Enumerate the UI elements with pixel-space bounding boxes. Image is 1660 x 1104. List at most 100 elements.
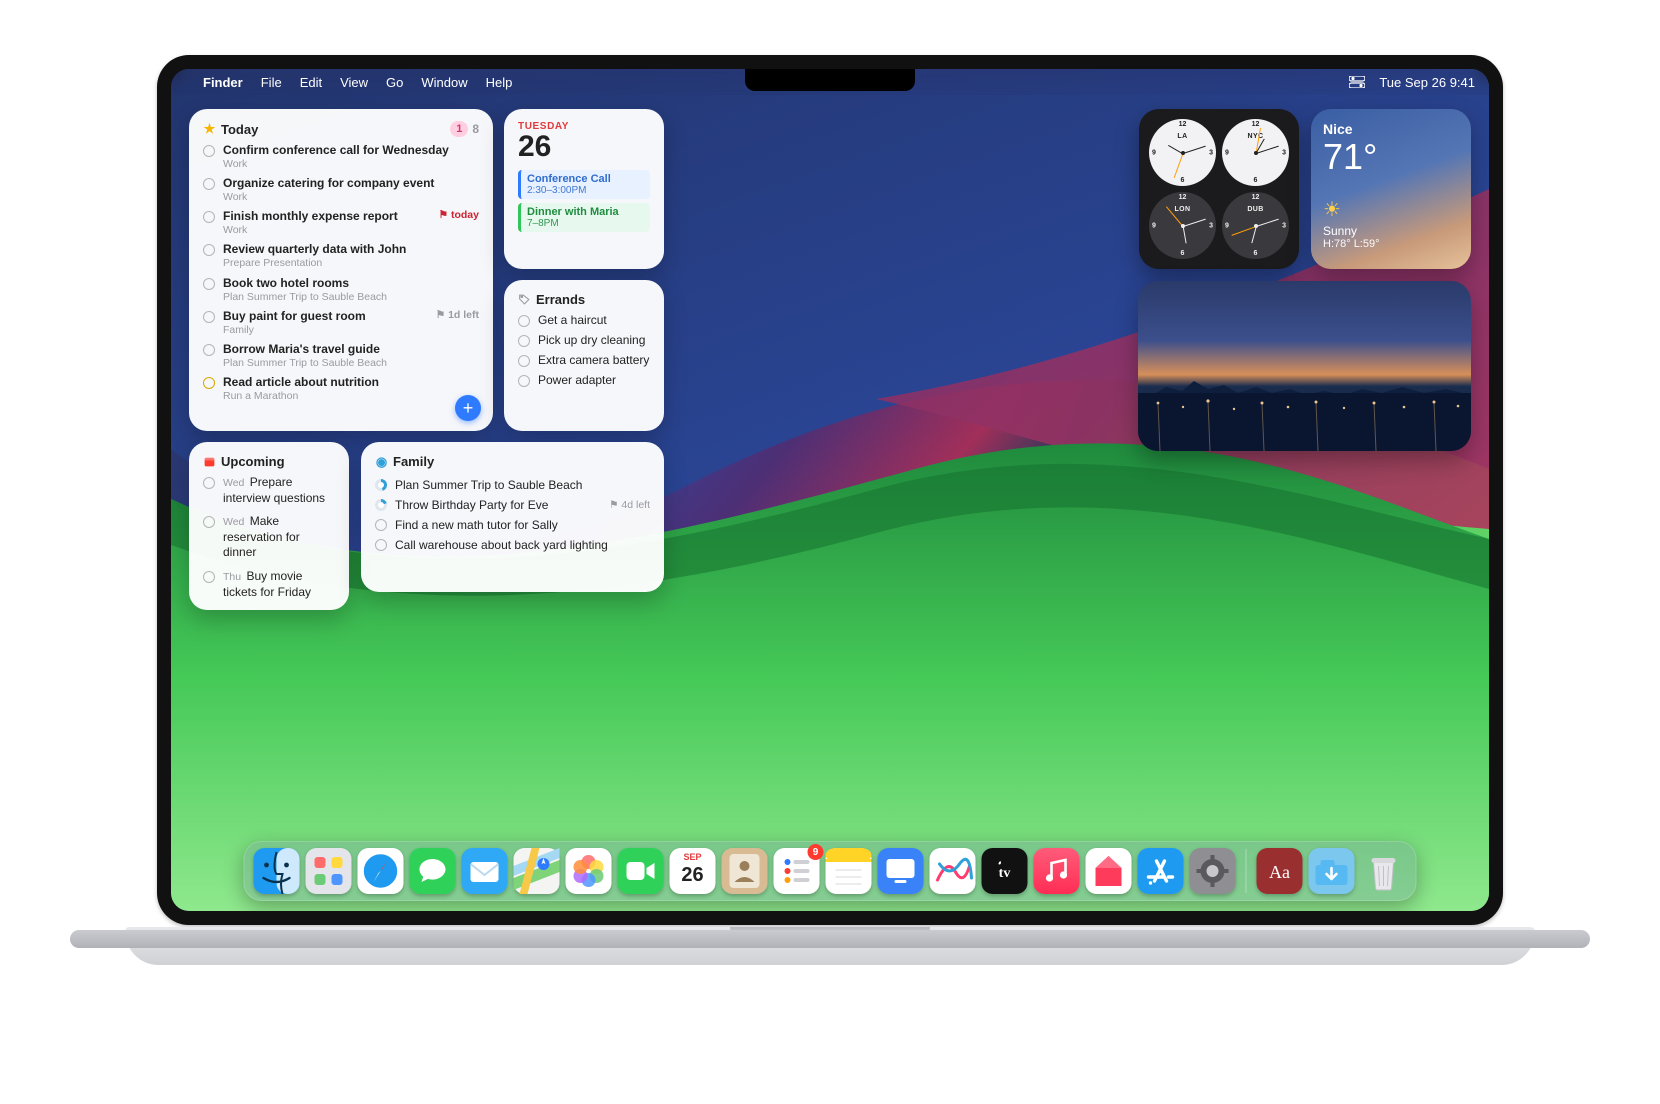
errands-item[interactable]: Power adapter	[518, 373, 650, 388]
errands-item[interactable]: Pick up dry cleaning	[518, 333, 650, 348]
photos-widget[interactable]	[1138, 281, 1471, 451]
today-item[interactable]: Finish monthly expense reportWork ⚑ toda…	[203, 209, 479, 237]
family-item[interactable]: Call warehouse about back yard lighting	[375, 535, 650, 555]
checkbox-icon[interactable]	[518, 375, 530, 387]
dock-notes[interactable]	[826, 848, 872, 894]
dock-badge: 9	[808, 844, 824, 860]
menu-view[interactable]: View	[340, 75, 368, 90]
dock-mail[interactable]	[462, 848, 508, 894]
dock-messages[interactable]	[410, 848, 456, 894]
checkbox-icon[interactable]	[203, 178, 215, 190]
desktop-screen[interactable]: Finder File Edit View Go Window Help Tue…	[171, 69, 1489, 911]
upcoming-item[interactable]: Thu Buy movie tickets for Friday	[203, 569, 335, 600]
progress-icon[interactable]	[375, 499, 387, 511]
menu-go[interactable]: Go	[386, 75, 403, 90]
dock-calendar-day: 26	[681, 864, 703, 887]
family-list-icon: ◉	[375, 455, 388, 468]
dock-trash[interactable]	[1361, 848, 1407, 894]
checkbox-icon[interactable]	[375, 539, 387, 551]
checkbox-icon[interactable]	[203, 477, 215, 489]
today-item-sub: Plan Summer Trip to Sauble Beach	[223, 357, 479, 370]
checkbox-icon[interactable]	[203, 516, 215, 528]
svg-text:tv: tv	[999, 866, 1011, 881]
today-item-title: Confirm conference call for Wednesday	[223, 143, 479, 158]
upcoming-widget[interactable]: Upcoming Wed Prepare interview questions…	[189, 442, 349, 610]
dock-reminders[interactable]: 9	[774, 848, 820, 894]
dock-dictionary[interactable]: Aa	[1257, 848, 1303, 894]
dock-contacts[interactable]	[722, 848, 768, 894]
dock-tv[interactable]	[878, 848, 924, 894]
checkbox-icon[interactable]	[203, 344, 215, 356]
today-item[interactable]: Borrow Maria's travel guidePlan Summer T…	[203, 342, 479, 370]
dock: SEP26 9 tv Aa	[244, 841, 1417, 901]
dock-facetime[interactable]	[618, 848, 664, 894]
today-item[interactable]: Read article about nutritionRun a Marath…	[203, 375, 479, 403]
checkbox-icon[interactable]	[203, 211, 215, 223]
calendar-widget[interactable]: TUESDAY 26 Conference Call2:30–3:00PMDin…	[504, 109, 664, 269]
checkbox-icon[interactable]	[203, 571, 215, 583]
checkbox-icon[interactable]	[518, 315, 530, 327]
dock-downloads[interactable]	[1309, 848, 1355, 894]
calendar-event[interactable]: Conference Call2:30–3:00PM	[518, 170, 650, 199]
dock-maps[interactable]	[514, 848, 560, 894]
checkbox-icon[interactable]	[375, 519, 387, 531]
today-item-title: Buy paint for guest room	[223, 309, 428, 324]
laptop-frame: Finder File Edit View Go Window Help Tue…	[135, 55, 1525, 965]
menu-help[interactable]: Help	[486, 75, 513, 90]
menu-edit[interactable]: Edit	[300, 75, 322, 90]
calendar-event-title: Conference Call	[527, 173, 644, 185]
family-widget[interactable]: ◉ Family Plan Summer Trip to Sauble Beac…	[361, 442, 664, 592]
dock-launchpad[interactable]	[306, 848, 352, 894]
weather-condition: Sunny	[1323, 224, 1459, 238]
menubar-datetime[interactable]: Tue Sep 26 9:41	[1379, 75, 1475, 90]
clock-city-label: DUB	[1222, 206, 1289, 213]
today-item[interactable]: Book two hotel roomsPlan Summer Trip to …	[203, 276, 479, 304]
dock-music[interactable]	[1034, 848, 1080, 894]
dock-settings[interactable]	[1190, 848, 1236, 894]
today-item-title: Review quarterly data with John	[223, 242, 479, 257]
checkbox-icon[interactable]	[518, 335, 530, 347]
family-item-title: Call warehouse about back yard lighting	[395, 538, 608, 552]
checkbox-icon[interactable]	[203, 145, 215, 157]
reminders-today-widget[interactable]: ★ Today 1 8 Confirm conference call for …	[189, 109, 493, 431]
dock-finder[interactable]	[254, 848, 300, 894]
progress-icon[interactable]	[375, 479, 387, 491]
weather-temp: 71°	[1323, 137, 1459, 177]
family-item[interactable]: Find a new math tutor for Sally	[375, 515, 650, 535]
today-item-sub: Plan Summer Trip to Sauble Beach	[223, 291, 479, 304]
family-item-title: Plan Summer Trip to Sauble Beach	[395, 478, 582, 492]
upcoming-item[interactable]: Wed Prepare interview questions	[203, 475, 335, 506]
family-item[interactable]: Throw Birthday Party for Eve ⚑ 4d left	[375, 495, 650, 515]
control-center-icon[interactable]	[1349, 76, 1365, 88]
dock-photos[interactable]	[566, 848, 612, 894]
world-clock-widget[interactable]: 12369 LA 12369 NYC 12369 LON 12369 DUB	[1139, 109, 1299, 269]
errands-item[interactable]: Extra camera battery	[518, 353, 650, 368]
today-item[interactable]: Organize catering for company eventWork	[203, 176, 479, 204]
app-menu[interactable]: Finder	[203, 75, 243, 90]
checkbox-icon[interactable]	[518, 355, 530, 367]
today-item-sub: Work	[223, 224, 431, 237]
today-item[interactable]: Confirm conference call for WednesdayWor…	[203, 143, 479, 171]
checkbox-icon[interactable]	[203, 278, 215, 290]
upcoming-day: Wed	[223, 477, 244, 489]
checkbox-icon[interactable]	[203, 244, 215, 256]
dock-calendar[interactable]: SEP26	[670, 848, 716, 894]
dock-appletv[interactable]: tv	[982, 848, 1028, 894]
add-reminder-button[interactable]: +	[455, 395, 481, 421]
dock-news[interactable]	[1086, 848, 1132, 894]
menu-window[interactable]: Window	[421, 75, 467, 90]
family-item[interactable]: Plan Summer Trip to Sauble Beach	[375, 475, 650, 495]
weather-widget[interactable]: Nice 71° ☀︎ Sunny H:78° L:59°	[1311, 109, 1471, 269]
today-item[interactable]: Buy paint for guest roomFamily ⚑ 1d left	[203, 309, 479, 337]
calendar-event[interactable]: Dinner with Maria7–8PM	[518, 203, 650, 232]
today-item[interactable]: Review quarterly data with JohnPrepare P…	[203, 242, 479, 270]
checkbox-icon[interactable]	[203, 311, 215, 323]
menu-file[interactable]: File	[261, 75, 282, 90]
dock-freeform[interactable]	[930, 848, 976, 894]
moon-icon[interactable]	[203, 377, 215, 389]
dock-appstore[interactable]	[1138, 848, 1184, 894]
errands-item[interactable]: Get a haircut	[518, 313, 650, 328]
upcoming-item[interactable]: Wed Make reservation for dinner	[203, 514, 335, 561]
dock-safari[interactable]	[358, 848, 404, 894]
errands-widget[interactable]: Errands Get a haircutPick up dry cleanin…	[504, 280, 664, 431]
